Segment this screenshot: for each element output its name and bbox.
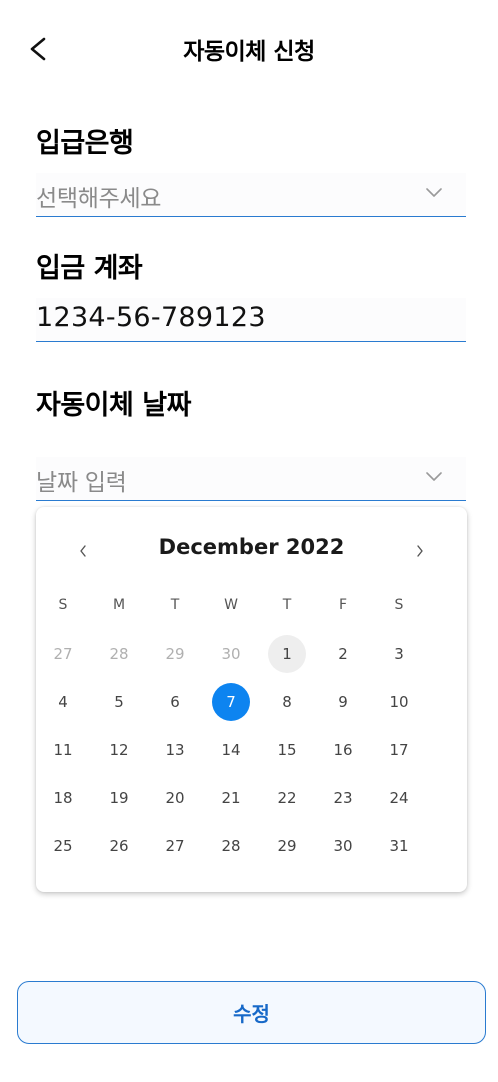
submit-button-label: 수정 (233, 1002, 270, 1026)
weekday-header: S (394, 597, 404, 613)
page-title: 자동이체 신청 (183, 39, 315, 65)
app-header: 자동이체 신청 (0, 0, 498, 96)
calendar-day[interactable]: 30 (212, 635, 250, 673)
submit-button[interactable]: 수정 (17, 981, 486, 1044)
calendar-day[interactable]: 5 (100, 683, 138, 721)
date-input-placeholder: 날짜 입력 (36, 470, 127, 496)
weekday-header: W (224, 597, 238, 613)
calendar-day[interactable]: 27 (156, 827, 194, 865)
bank-select[interactable]: 선택해주세요 (36, 173, 466, 217)
calendar-day[interactable]: 19 (100, 779, 138, 817)
calendar-day[interactable]: 18 (44, 779, 82, 817)
calendar-day[interactable]: 3 (380, 635, 418, 673)
weekday-header: S (58, 597, 68, 613)
calendar-month-label: December 2022 (158, 535, 345, 559)
calendar-day[interactable]: 22 (268, 779, 306, 817)
calendar-day[interactable]: 23 (324, 779, 362, 817)
calendar-day[interactable]: 16 (324, 731, 362, 769)
calendar-day[interactable]: 9 (324, 683, 362, 721)
account-input[interactable]: 1234-56-789123 (36, 298, 466, 342)
calendar-day[interactable]: 21 (212, 779, 250, 817)
calendar-day[interactable]: 28 (100, 635, 138, 673)
calendar-day[interactable]: 8 (268, 683, 306, 721)
calendar-day[interactable]: 17 (380, 731, 418, 769)
calendar-day[interactable]: 2 (324, 635, 362, 673)
weekday-header: F (338, 597, 348, 613)
calendar-day[interactable]: 30 (324, 827, 362, 865)
account-label: 입금 계좌 (36, 253, 143, 284)
calendar-day[interactable]: 29 (156, 635, 194, 673)
calendar-day[interactable]: 27 (44, 635, 82, 673)
calendar-day[interactable]: 28 (212, 827, 250, 865)
calendar-day[interactable]: 4 (44, 683, 82, 721)
calendar-day[interactable]: 20 (156, 779, 194, 817)
bank-select-placeholder: 선택해주세요 (36, 186, 162, 212)
calendar-day-today[interactable]: 1 (268, 635, 306, 673)
chevron-down-icon (426, 472, 442, 481)
calendar-day[interactable]: 6 (156, 683, 194, 721)
weekday-header: M (112, 597, 126, 613)
transfer-date-label: 자동이체 날짜 (36, 390, 191, 421)
calendar-day[interactable]: 25 (44, 827, 82, 865)
weekday-header: T (282, 597, 292, 613)
calendar-day[interactable]: 24 (380, 779, 418, 817)
calendar-day[interactable]: 14 (212, 731, 250, 769)
chevron-down-icon (426, 188, 442, 197)
calendar-day[interactable]: 11 (44, 731, 82, 769)
calendar-day[interactable]: 15 (268, 731, 306, 769)
bank-label: 입급은행 (36, 128, 134, 159)
account-input-value: 1234-56-789123 (36, 302, 266, 333)
date-input[interactable]: 날짜 입력 (36, 457, 466, 501)
calendar-day[interactable]: 12 (100, 731, 138, 769)
calendar-day[interactable]: 26 (100, 827, 138, 865)
weekday-header: T (170, 597, 180, 613)
calendar-day-selected[interactable]: 7 (212, 683, 250, 721)
date-picker-calendar: December 2022 S M T W T F S 27 28 29 30 1 2 3 4 5 6 7 8 9 10… (36, 507, 467, 892)
chevron-right-icon (417, 545, 423, 557)
calendar-day[interactable]: 13 (156, 731, 194, 769)
calendar-day[interactable]: 10 (380, 683, 418, 721)
next-month-button[interactable] (408, 539, 432, 563)
calendar-day[interactable]: 29 (268, 827, 306, 865)
calendar-day[interactable]: 31 (380, 827, 418, 865)
